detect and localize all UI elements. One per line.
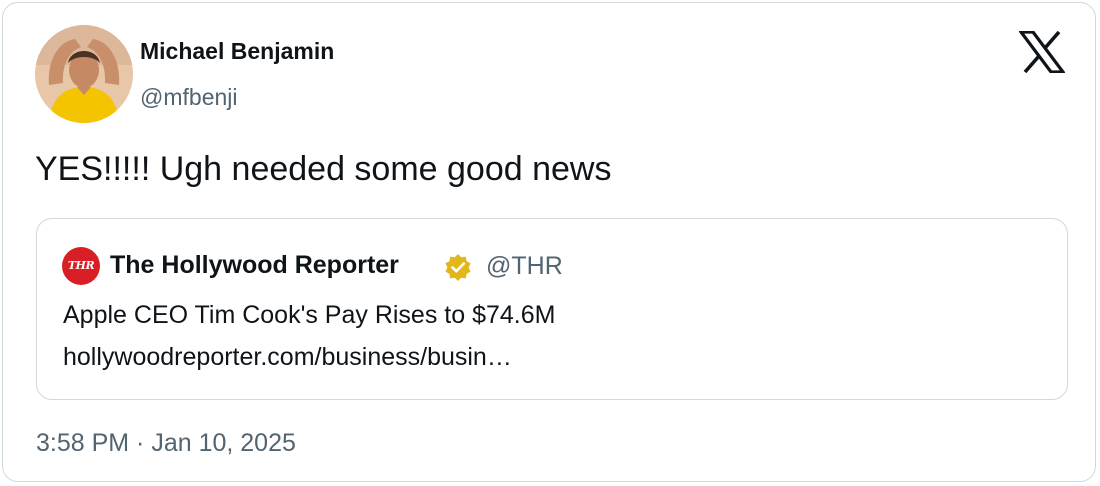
quoted-tweet-headline: Apple CEO Tim Cook's Pay Rises to $74.6M xyxy=(63,301,556,329)
quoted-author-name[interactable]: The Hollywood Reporter xyxy=(110,251,399,280)
author-avatar[interactable] xyxy=(35,25,133,123)
tweet-embed-card[interactable]: Michael Benjamin @mfbenji YES!!!!! Ugh n… xyxy=(2,2,1096,482)
x-logo-icon[interactable] xyxy=(1017,30,1067,74)
quoted-tweet-card[interactable]: THR The Hollywood Reporter @THR Apple CE… xyxy=(36,218,1068,400)
thr-logo[interactable]: THR xyxy=(62,247,100,285)
tweet-timestamp[interactable]: 3:58 PM · Jan 10, 2025 xyxy=(36,429,296,458)
tweet-text: YES!!!!! Ugh needed some good news xyxy=(35,150,612,188)
quoted-author-handle[interactable]: @THR xyxy=(486,252,563,281)
author-name[interactable]: Michael Benjamin xyxy=(140,38,334,65)
quoted-tweet-link[interactable]: hollywoodreporter.com/business/busin… xyxy=(63,343,512,372)
verified-badge-icon xyxy=(443,252,473,282)
author-handle[interactable]: @mfbenji xyxy=(140,84,238,111)
